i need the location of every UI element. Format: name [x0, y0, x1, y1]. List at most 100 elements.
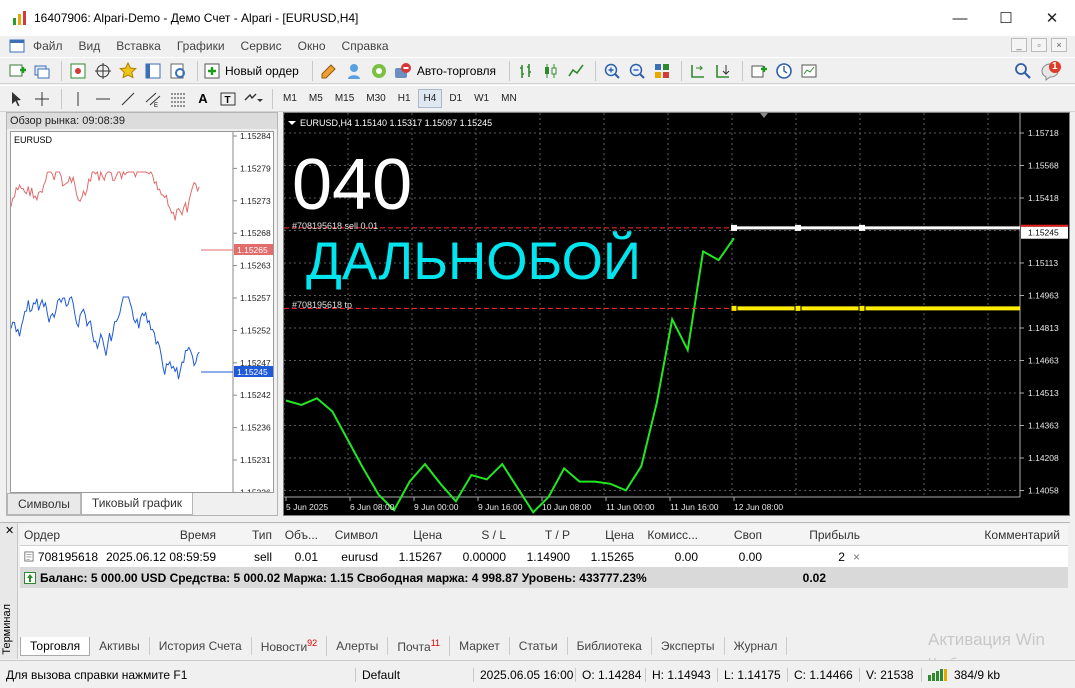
tab-exposure[interactable]: Активы [90, 637, 150, 655]
tf-d1[interactable]: D1 [444, 90, 467, 107]
text-icon[interactable]: A [192, 88, 214, 110]
new-chart-icon[interactable] [6, 60, 28, 82]
vps-icon[interactable] [368, 60, 390, 82]
sell-level-handle[interactable] [859, 224, 865, 231]
cursor-icon[interactable] [6, 88, 28, 110]
autotrading-button[interactable]: Авто-торговля [393, 62, 496, 80]
minimize-button[interactable]: — [937, 0, 983, 36]
tile-windows-icon[interactable] [651, 60, 673, 82]
status-low: L: 1.14175 [718, 667, 788, 682]
tab-code-base[interactable]: Библиотека [568, 637, 652, 655]
tf-m15[interactable]: M15 [330, 90, 359, 107]
tf-h4[interactable]: H4 [417, 89, 443, 108]
indicators-icon[interactable] [748, 60, 770, 82]
text-label-icon[interactable]: T [217, 88, 239, 110]
menu-window[interactable]: Окно [290, 39, 334, 53]
market-watch-icon[interactable] [67, 60, 89, 82]
profiles-icon[interactable] [31, 60, 53, 82]
tab-experts[interactable]: Эксперты [652, 637, 725, 655]
navigator-icon[interactable] [117, 60, 139, 82]
status-profile[interactable]: Default [356, 667, 474, 682]
candlestick-chart-icon[interactable] [540, 60, 562, 82]
fibonacci-icon[interactable] [167, 88, 189, 110]
tab-articles[interactable]: Статьи [510, 637, 568, 655]
mdi-close-button[interactable]: × [1051, 38, 1067, 52]
col-symbol[interactable]: Символ [322, 528, 382, 542]
zoom-out-icon[interactable] [626, 60, 648, 82]
signals-icon[interactable] [343, 60, 365, 82]
data-window-icon[interactable] [92, 60, 114, 82]
col-swap[interactable]: Своп [702, 528, 766, 542]
price-chart[interactable]: 1.15718 1.15568 1.15418 1.15245 1.15113 1.149… [283, 112, 1070, 516]
menu-view[interactable]: Вид [71, 39, 109, 53]
sell-level-handle[interactable] [731, 224, 737, 231]
col-order[interactable]: Ордер [20, 528, 102, 542]
horizontal-line-icon[interactable] [92, 88, 114, 110]
tab-tick-chart[interactable]: Тиковый график [80, 493, 194, 515]
table-row[interactable]: 708195618 2025.06.12 08:59:59 sell 0.01 … [20, 546, 1068, 567]
status-connection[interactable]: 384/9 kb [922, 668, 1006, 682]
strategy-tester-icon[interactable] [167, 60, 189, 82]
crosshair-icon[interactable] [31, 88, 53, 110]
chart-shift-icon[interactable] [687, 60, 709, 82]
mdi-minimize-button[interactable]: _ [1011, 38, 1027, 52]
tf-m5[interactable]: M5 [304, 90, 328, 107]
templates-icon[interactable] [798, 60, 820, 82]
periods-icon[interactable] [773, 60, 795, 82]
tp-level-handle[interactable] [730, 304, 738, 312]
menu-file[interactable]: Файл [25, 39, 71, 53]
notifications-icon[interactable]: 1 [1040, 60, 1062, 82]
maximize-button[interactable]: ☐ [983, 0, 1029, 36]
bar-chart-icon[interactable] [515, 60, 537, 82]
trendline-icon[interactable] [117, 88, 139, 110]
balance-row: Баланс: 5 000.00 USD Средства: 5 000.02 … [20, 567, 1068, 588]
terminal-icon[interactable] [142, 60, 164, 82]
col-volume[interactable]: Объ... [276, 528, 322, 542]
col-type[interactable]: Тип [220, 528, 276, 542]
mdi-restore-button[interactable]: ▫ [1031, 38, 1047, 52]
col-price[interactable]: Цена [382, 528, 446, 542]
menu-charts[interactable]: Графики [169, 39, 233, 53]
autoscroll-icon[interactable] [712, 60, 734, 82]
terminal-close-icon[interactable]: ✕ [5, 524, 14, 537]
tf-w1[interactable]: W1 [469, 90, 494, 107]
metaeditor-icon[interactable] [318, 60, 340, 82]
col-commission[interactable]: Комисс... [638, 528, 702, 542]
tab-market[interactable]: Маркет [450, 637, 510, 655]
tab-mailbox[interactable]: Почта11 [388, 636, 451, 656]
tf-m30[interactable]: M30 [361, 90, 390, 107]
zoom-in-icon[interactable] [601, 60, 623, 82]
tp-level-handle[interactable] [794, 304, 802, 312]
tab-news[interactable]: Новости92 [252, 636, 328, 656]
tab-trade[interactable]: Торговля [20, 636, 91, 656]
col-tp[interactable]: T / P [510, 528, 574, 542]
terminal-window: 16407906: Alpari-Demo - Демо Счет - Alpa… [0, 0, 1075, 688]
tf-mn[interactable]: MN [496, 90, 522, 107]
menu-tools[interactable]: Сервис [233, 39, 290, 53]
chart-info: EURUSD,H4 1.15140 1.15317 1.15097 1.1524… [300, 118, 492, 128]
close-button[interactable]: ✕ [1029, 0, 1075, 36]
arrows-icon[interactable] [242, 88, 264, 110]
tf-m1[interactable]: M1 [278, 90, 302, 107]
sell-level-handle[interactable] [795, 224, 801, 231]
tf-h1[interactable]: H1 [393, 90, 416, 107]
tab-account-history[interactable]: История Счета [150, 637, 252, 655]
tp-level-handle[interactable] [858, 304, 866, 312]
col-time[interactable]: Время [102, 528, 220, 542]
trade-table: Ордер Время Тип Объ... Символ Цена S / L… [20, 525, 1068, 588]
vertical-line-icon[interactable] [67, 88, 89, 110]
menu-help[interactable]: Справка [334, 39, 397, 53]
new-order-button[interactable]: Новый ордер [203, 62, 299, 80]
menu-insert[interactable]: Вставка [108, 39, 169, 53]
col-current-price[interactable]: Цена [574, 528, 638, 542]
col-comment[interactable]: Комментарий [864, 528, 1064, 542]
tab-alerts[interactable]: Алерты [327, 637, 389, 655]
tab-symbols[interactable]: Символы [7, 493, 81, 515]
equidistant-channel-icon[interactable]: E [142, 88, 164, 110]
search-icon[interactable] [1012, 60, 1034, 82]
close-order-icon[interactable]: × [853, 550, 860, 564]
col-sl[interactable]: S / L [446, 528, 510, 542]
line-chart-icon[interactable] [565, 60, 587, 82]
col-profit[interactable]: Прибыль [766, 528, 864, 542]
tab-journal[interactable]: Журнал [725, 637, 788, 655]
